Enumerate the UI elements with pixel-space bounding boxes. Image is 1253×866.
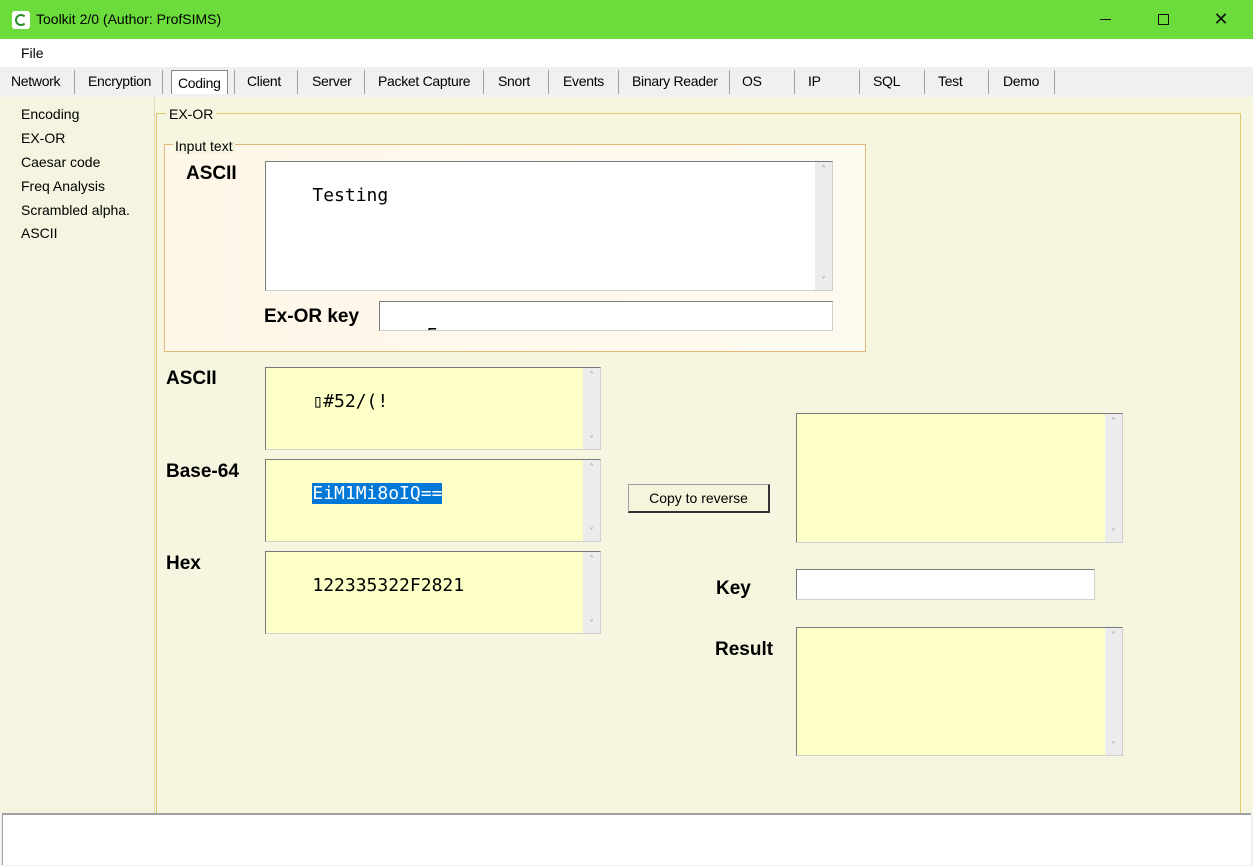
copy-to-reverse-button[interactable]: Copy to reverse [628, 484, 770, 513]
tab-packet-capture[interactable]: Packet Capture [378, 67, 471, 95]
scroll-down-icon[interactable]: ˅ [1105, 738, 1122, 755]
reverse-input-scrollbar[interactable]: ˄ ˅ [1105, 414, 1122, 542]
tab-separator [297, 70, 298, 94]
tab-separator [988, 70, 989, 94]
maximize-button[interactable] [1134, 0, 1192, 39]
tab-os[interactable]: OS [742, 67, 762, 95]
scroll-up-icon[interactable]: ˄ [583, 460, 600, 477]
tab-separator [483, 70, 484, 94]
scroll-up-icon[interactable]: ˄ [583, 368, 600, 385]
output-ascii-label: ASCII [166, 368, 217, 389]
tab-separator [548, 70, 549, 94]
base64-value: EiM1Mi8oIQ== [312, 483, 443, 504]
tab-separator [1054, 70, 1055, 94]
tab-client[interactable]: Client [247, 67, 281, 95]
tab-separator [859, 70, 860, 94]
result-area[interactable]: ˄ ˅ [796, 627, 1123, 756]
tab-demo[interactable]: Demo [1003, 67, 1039, 95]
tab-strip: Network Encryption Coding Client Server … [0, 67, 1253, 97]
exor-panel: EX-OR Input text ASCII Testing ˄ ˅ Ex-OR… [156, 97, 1253, 813]
scroll-up-icon[interactable]: ˄ [583, 552, 600, 569]
sidebar-item-scrambled-alpha[interactable]: Scrambled alpha. [21, 202, 130, 218]
tab-separator [162, 70, 163, 94]
maximize-icon [1157, 14, 1169, 25]
input-text-scrollbar[interactable]: ˄ ˅ [815, 162, 832, 290]
tab-separator [924, 70, 925, 94]
tab-events[interactable]: Events [563, 67, 604, 95]
output-ascii-scrollbar[interactable]: ˄ ˅ [583, 368, 600, 449]
hex-value: 122335322F2821 [312, 575, 465, 596]
scroll-down-icon[interactable]: ˅ [583, 432, 600, 449]
close-button[interactable]: ✕ [1192, 0, 1250, 39]
exor-key-input[interactable]: F [379, 301, 833, 331]
sidebar-item-ascii[interactable]: ASCII [21, 225, 58, 241]
tab-separator [618, 70, 619, 94]
minimize-icon [1099, 19, 1111, 20]
scroll-down-icon[interactable]: ˅ [1105, 525, 1122, 542]
input-text-group-title: Input text [173, 138, 235, 154]
tab-encryption[interactable]: Encryption [88, 67, 151, 95]
tab-separator [74, 70, 75, 94]
close-icon: ✕ [1213, 9, 1229, 29]
result-scrollbar[interactable]: ˄ ˅ [1105, 628, 1122, 755]
sidebar-item-ex-or[interactable]: EX-OR [21, 130, 65, 146]
input-text-value: Testing [312, 185, 389, 206]
exor-key-label: Ex-OR key [264, 306, 360, 327]
app-icon [12, 11, 30, 29]
hex-label: Hex [166, 553, 201, 574]
tab-snort[interactable]: Snort [498, 67, 530, 95]
scroll-down-icon[interactable]: ˅ [583, 524, 600, 541]
tab-coding[interactable]: Coding [171, 70, 228, 94]
scroll-down-icon[interactable]: ˅ [815, 273, 832, 290]
tab-ip[interactable]: IP [808, 67, 821, 95]
scroll-up-icon[interactable]: ˄ [815, 162, 832, 179]
base64-area[interactable]: EiM1Mi8oIQ== ˄ ˅ [265, 459, 601, 542]
tab-separator [729, 70, 730, 94]
tab-network[interactable]: Network [11, 67, 61, 95]
sidebar: Encoding EX-OR Caesar code Freq Analysis… [0, 97, 155, 813]
reverse-input-area[interactable]: ˄ ˅ [796, 413, 1123, 543]
result-label: Result [715, 639, 774, 660]
scroll-up-icon[interactable]: ˄ [1105, 414, 1122, 431]
scroll-up-icon[interactable]: ˄ [1105, 628, 1122, 645]
input-ascii-label: ASCII [186, 163, 237, 184]
output-ascii-value: ▯#52/(! [312, 391, 389, 412]
tab-binary-reader[interactable]: Binary Reader [632, 67, 718, 95]
sidebar-item-freq-analysis[interactable]: Freq Analysis [21, 178, 105, 194]
exor-group-title: EX-OR [166, 106, 217, 122]
menu-bar: File [0, 39, 1253, 67]
tab-test[interactable]: Test [938, 67, 963, 95]
window-title: Toolkit 2/0 (Author: ProfSIMS) [36, 11, 222, 27]
tab-separator [234, 70, 235, 94]
tab-server[interactable]: Server [312, 67, 352, 95]
scroll-down-icon[interactable]: ˅ [583, 616, 600, 633]
title-bar: Toolkit 2/0 (Author: ProfSIMS) ✕ [0, 0, 1253, 39]
tab-separator [364, 70, 365, 94]
tab-separator [794, 70, 795, 94]
minimize-button[interactable] [1076, 0, 1134, 39]
hex-scrollbar[interactable]: ˄ ˅ [583, 552, 600, 633]
status-bar [0, 813, 1253, 866]
menu-file[interactable]: File [21, 45, 44, 61]
sidebar-item-caesar-code[interactable]: Caesar code [21, 154, 100, 170]
hex-area[interactable]: 122335322F2821 ˄ ˅ [265, 551, 601, 634]
base64-label: Base-64 [166, 461, 239, 482]
reverse-key-label: Key [716, 578, 751, 599]
status-text-box[interactable] [2, 813, 1251, 865]
reverse-key-input[interactable] [796, 569, 1095, 600]
tab-sql[interactable]: SQL [873, 67, 900, 95]
base64-scrollbar[interactable]: ˄ ˅ [583, 460, 600, 541]
exor-key-value: F [426, 325, 437, 330]
output-ascii-area[interactable]: ▯#52/(! ˄ ˅ [265, 367, 601, 450]
sidebar-item-encoding[interactable]: Encoding [21, 106, 79, 122]
input-text-area[interactable]: Testing ˄ ˅ [265, 161, 833, 291]
